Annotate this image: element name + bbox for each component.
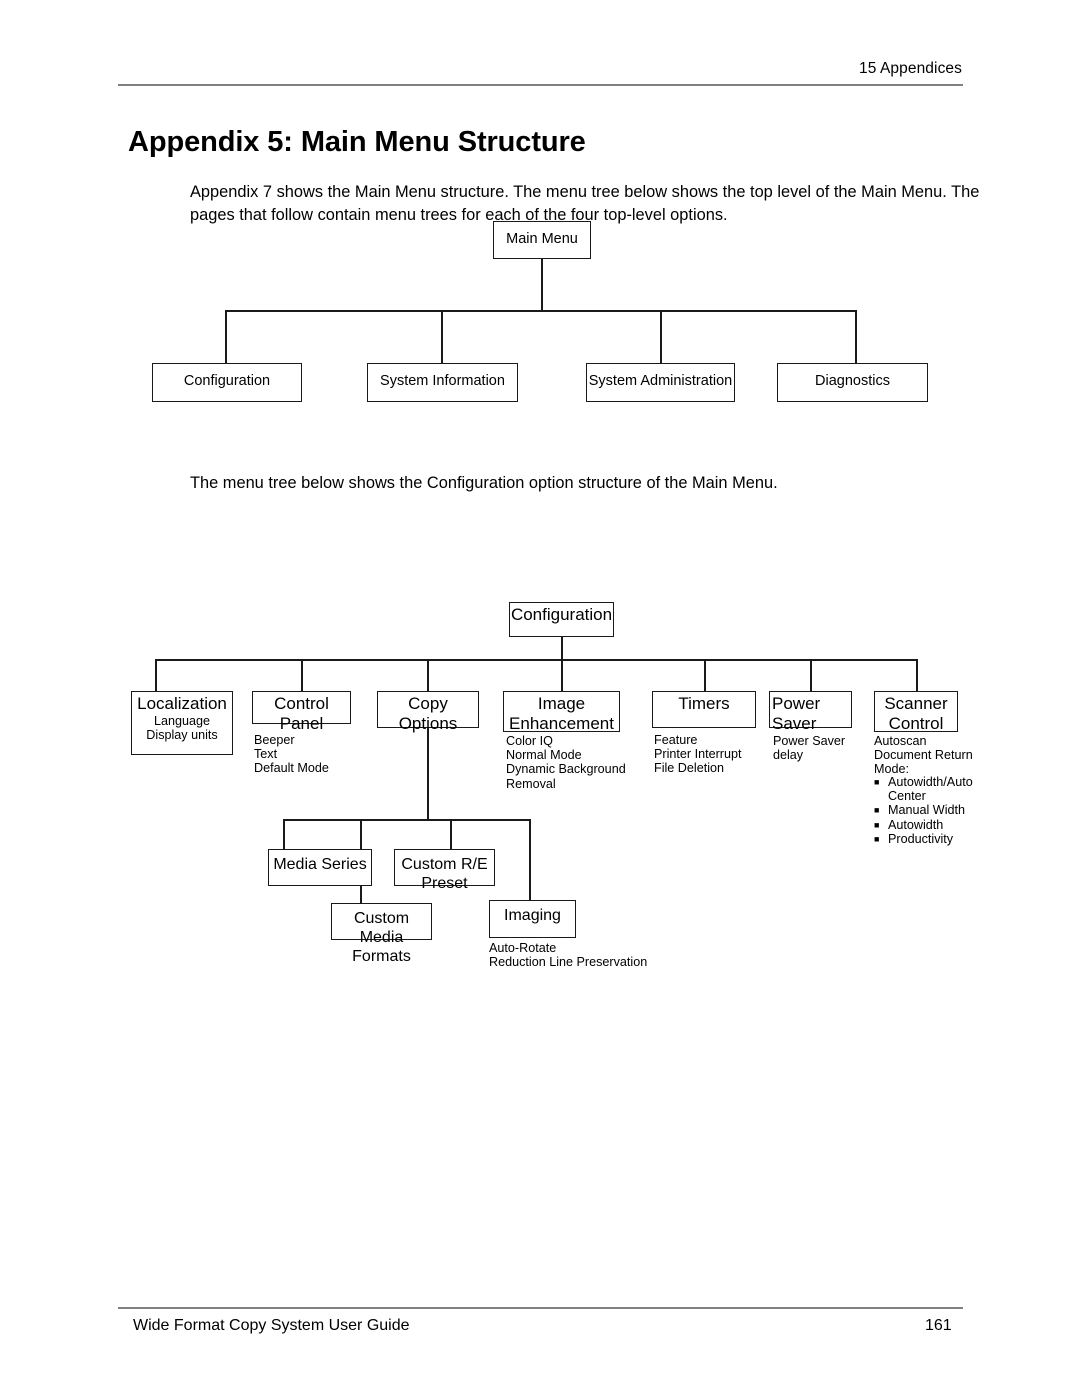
node-system-administration: System Administration [586,363,735,402]
node-media-series: Media Series [268,849,372,886]
document-page: 15 Appendices Appendix 5: Main Menu Stru… [0,0,1080,1397]
connector-drop-scanner-control [916,659,918,691]
power-saver-items: Power Saver delay [773,734,846,763]
connector-configuration-bus [155,659,917,661]
connector-drop-timers [704,659,706,691]
node-image-enhancement: Image Enhancement [503,691,620,733]
connector-drop-power-saver [810,659,812,691]
footer-document-title: Wide Format Copy System User Guide [133,1317,410,1334]
bullet-item: ■ Autowidth [874,817,944,832]
node-scanner-control: Scanner Control [874,691,958,733]
connector-drop-custom-re-preset [450,819,452,849]
node-configuration: Configuration [152,363,302,402]
node-imaging: Imaging [489,900,576,938]
node-power-saver: Power Saver [769,691,852,733]
bullet-item: ■ Autowidth/Auto Center [874,775,973,804]
control-panel-items: Beeper Text Default Mode [254,733,329,776]
node-custom-media-formats: Custom Media Formats [331,903,432,965]
connector-drop-imaging [529,819,531,900]
bullet-item: ■ Manual Width [874,803,965,818]
connector-bus [225,310,856,312]
connector-drop-diagnostics [855,310,857,363]
node-control-panel: Control Panel [252,691,351,733]
node-copy-options: Copy Options [377,691,479,733]
footer-rule [118,1307,963,1309]
connector-drop-image-enhancement [561,659,563,691]
connector-drop-system-administration [660,310,662,363]
image-enhancement-items: Color IQ Normal Mode Dynamic Background … [506,734,626,791]
node-system-information: System Information [367,363,518,402]
square-bullet-icon: ■ [874,819,880,830]
square-bullet-icon: ■ [874,833,880,844]
timers-items: Feature Printer Interrupt File Deletion [654,733,742,776]
connector-drop-configuration [225,310,227,363]
square-bullet-icon: ■ [874,805,880,816]
node-diagnostics: Diagnostics [777,363,928,402]
connector-drop-control-panel [301,659,303,691]
connector-drop-system-information [441,310,443,363]
connector-drop-localization [155,659,157,691]
node-timers: Timers [652,691,756,728]
localization-items: Language Display units [146,714,218,743]
connector-configuration-drop [561,637,563,660]
connector-copy-options-bus [283,819,530,821]
footer-page-number: 161 [925,1317,952,1334]
connector-drop-copy-options [427,659,429,691]
bullet-item: ■ Productivity [874,831,954,846]
scanner-control-items: Autoscan Document Return Mode: [874,734,973,777]
header-rule [118,84,963,86]
scanner-control-bullets: ■ Autowidth/Auto Center ■ Manual Width ■… [874,775,994,846]
node-main-menu: Main Menu [493,221,591,259]
page-title: Appendix 5: Main Menu Structure [128,126,586,158]
connector-copy-options-drop [427,728,429,820]
node-configuration-root: Configuration [509,602,614,637]
connector-drop-media-series [283,819,285,849]
imaging-items: Auto-Rotate Reduction Line Preservation [489,941,648,970]
square-bullet-icon: ■ [874,777,880,787]
connector-root-drop [541,258,543,311]
running-header: 15 Appendices [859,60,962,77]
configuration-paragraph: The menu tree below shows the Configurat… [190,474,778,492]
node-custom-re-preset: Custom R/E Preset [394,849,495,892]
